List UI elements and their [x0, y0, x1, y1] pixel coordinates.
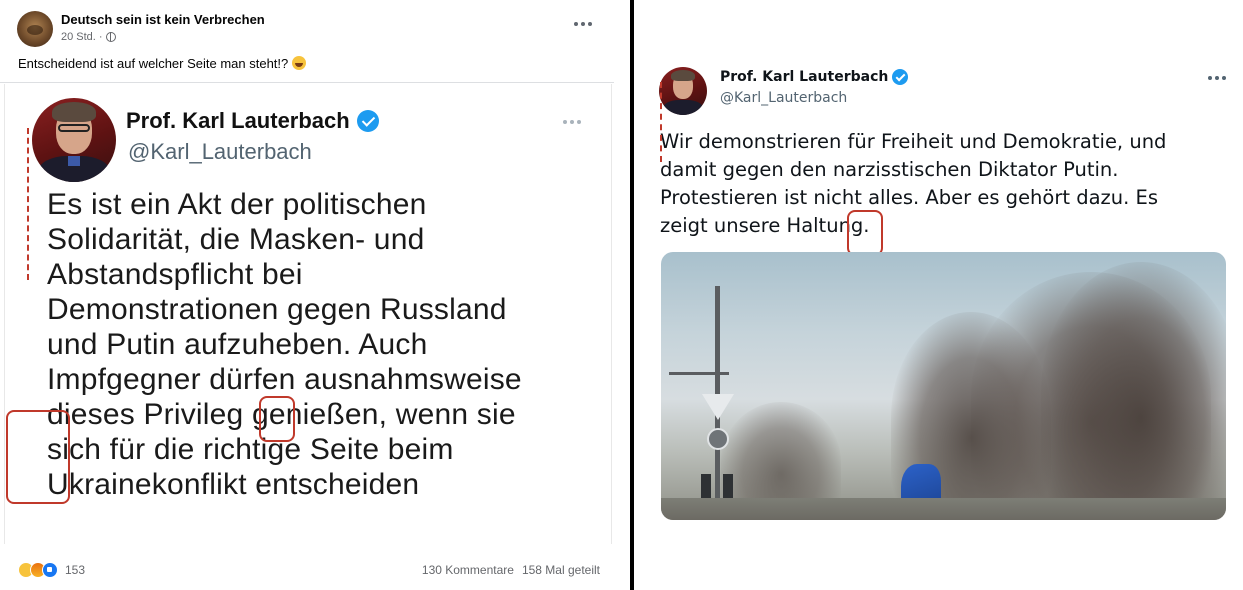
dot-icon — [1215, 76, 1219, 80]
laughing-emoji-icon — [291, 56, 306, 70]
tweet-author-name-text: Prof. Karl Lauterbach — [126, 108, 350, 133]
annotation-dashed-line — [27, 128, 29, 280]
annotation-circle — [259, 396, 295, 442]
meta-separator: · — [98, 31, 103, 43]
tweet-text: Wir demonstrieren für Freiheit und Demok… — [660, 130, 1167, 237]
tweet-handle[interactable]: @Karl_Lauterbach — [720, 90, 847, 106]
post-stats: 130 Kommentare 158 Mal geteilt — [422, 563, 600, 577]
globe-icon — [105, 32, 116, 42]
facebook-post: Deutsch sein ist kein Verbrechen 20 Std.… — [0, 0, 630, 590]
post-caption-text: Entscheidend ist auf welcher Seite man s… — [18, 56, 289, 71]
reactions-summary[interactable]: 153 — [18, 562, 85, 578]
shares-count-link[interactable]: 158 Mal geteilt — [522, 563, 600, 577]
verified-badge-icon — [356, 110, 379, 132]
annotation-dashed-line — [660, 82, 662, 162]
dot-icon — [1222, 76, 1226, 80]
annotation-circle — [847, 210, 883, 256]
tweet-author-name-text: Prof. Karl Lauterbach — [720, 69, 889, 85]
tweet-author-name: Prof. Karl Lauterbach — [126, 108, 379, 134]
tweet: Prof. Karl Lauterbach @Karl_Lauterbach W… — [634, 0, 1243, 590]
post-caption: Entscheidend ist auf welcher Seite man s… — [18, 56, 306, 71]
tweet-avatar — [32, 98, 116, 182]
tweet-handle: @Karl_Lauterbach — [128, 139, 312, 164]
dot-icon — [1208, 76, 1212, 80]
tweet-photo[interactable] — [661, 252, 1226, 520]
page-avatar[interactable] — [17, 11, 53, 47]
tweet-text: Es ist ein Akt der politischen Solidarit… — [47, 188, 522, 501]
verified-badge-icon — [892, 69, 909, 85]
comments-count-link[interactable]: 130 Kommentare — [422, 563, 514, 577]
tweet-author-name[interactable]: Prof. Karl Lauterbach — [720, 69, 909, 85]
post-image[interactable]: Prof. Karl Lauterbach @Karl_Lauterbach E… — [4, 84, 612, 544]
post-meta: 20 Std. · — [61, 31, 116, 43]
more-dots-icon — [563, 120, 581, 124]
divider — [0, 82, 614, 83]
post-author[interactable]: Deutsch sein ist kein Verbrechen — [61, 12, 265, 27]
post-time[interactable]: 20 Std. — [61, 31, 96, 43]
like-reaction-icon — [42, 562, 58, 578]
dot-icon — [574, 22, 578, 26]
dot-icon — [581, 22, 585, 26]
dot-icon — [588, 22, 592, 26]
more-options-button[interactable] — [574, 18, 598, 30]
annotation-circle — [6, 410, 70, 504]
more-options-button[interactable] — [1208, 76, 1226, 80]
tweet-avatar[interactable] — [659, 67, 707, 115]
reaction-count: 153 — [65, 563, 86, 577]
